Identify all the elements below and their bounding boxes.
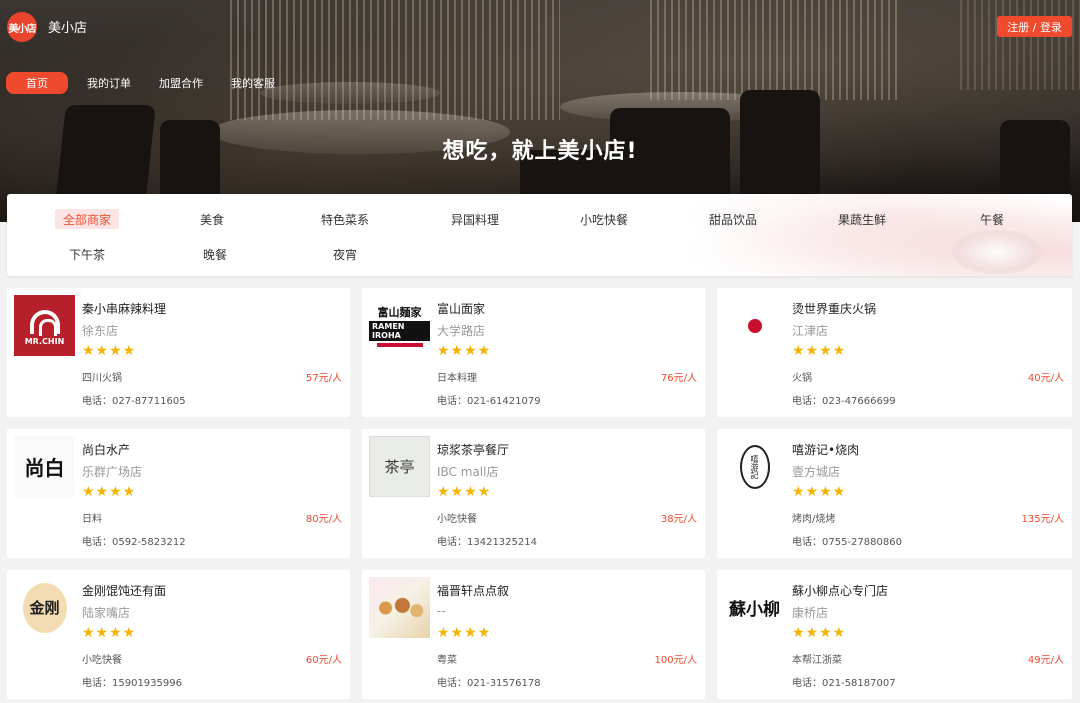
store-branch: 壹方城店 [792,465,841,479]
store-logo: 富山麺家 RAMEN IROHA [369,295,430,356]
store-logo: 嘻游記 [724,436,785,497]
store-phone: 电话：0592-5823212 [82,537,186,548]
brand-name: 美小店 [48,21,88,36]
store-price: 38元/人 [660,514,697,525]
store-branch: 江津店 [792,324,829,338]
nav-franchise[interactable]: 加盟合作 [152,72,210,94]
rating-stars: ★★★★ [792,625,847,641]
store-logo: MR.CHIN [14,295,75,356]
category-tea[interactable]: 下午茶 [61,244,113,264]
decor-slats [960,0,1080,90]
register-login-button[interactable]: 注册 / 登录 [997,16,1072,37]
store-branch: IBC mall店 [437,465,499,479]
store-category: 粤菜 [437,655,457,666]
rating-stars: ★★★★ [792,343,847,359]
rating-stars: ★★★★ [792,484,847,500]
nav-service[interactable]: 我的客服 [224,72,282,94]
store-logo: 蘇小柳 [724,577,785,638]
nav-home[interactable]: 首页 [6,72,68,94]
store-name[interactable]: 秦小串麻辣料理 [82,300,166,317]
store-category: 烤肉/烧烤 [792,514,836,525]
category-night[interactable]: 夜宵 [320,244,370,264]
store-card[interactable]: 嘻游記 嘻游记•烧肉 壹方城店 ★★★★ 烤肉/烧烤 135元/人 电话：075… [717,429,1072,558]
store-branch: 徐东店 [82,324,119,338]
category-lunch[interactable]: 午餐 [967,209,1017,229]
store-phone: 电话：021-58187007 [792,678,896,689]
store-category: 四川火锅 [82,373,122,384]
store-price: 100元/人 [654,655,697,666]
store-category: 小吃快餐 [82,655,122,666]
store-name[interactable]: 金刚馄饨还有面 [82,582,166,599]
store-price: 76元/人 [660,373,697,384]
rating-stars: ★★★★ [82,625,137,641]
store-price: 135元/人 [1021,514,1064,525]
store-name[interactable]: 琼浆茶亭餐厅 [437,441,509,458]
nav-orders[interactable]: 我的订单 [80,72,138,94]
store-card[interactable]: 富山麺家 RAMEN IROHA 富山面家 大学路店 ★★★★ 日本料理 76元… [362,288,705,417]
store-card[interactable]: 茶亭 琼浆茶亭餐厅 IBC mall店 ★★★★ 小吃快餐 38元/人 电话：1… [362,429,705,558]
store-card[interactable]: 烫世界重庆火锅 江津店 ★★★★ 火锅 40元/人 电话：023-4766669… [717,288,1072,417]
store-branch: 陆家嘴店 [82,606,131,620]
store-phone: 电话：023-47666699 [792,396,896,407]
store-card[interactable]: 金刚 金刚馄饨还有面 陆家嘴店 ★★★★ 小吃快餐 60元/人 电话：15901… [7,570,350,699]
store-price: 57元/人 [305,373,342,384]
rating-stars: ★★★★ [437,484,492,500]
store-price: 49元/人 [1027,655,1064,666]
store-price: 40元/人 [1027,373,1064,384]
store-name[interactable]: 福晋轩点点叙 [437,582,509,599]
store-phone: 电话：027-87711605 [82,396,186,407]
store-phone: 电话：13421325214 [437,537,537,548]
category-food[interactable]: 美食 [187,209,237,229]
store-category: 日本料理 [437,373,477,384]
rating-stars: ★★★★ [437,343,492,359]
decor-table [260,82,440,104]
store-price: 80元/人 [305,514,342,525]
store-phone: 电话：15901935996 [82,678,182,689]
logo[interactable]: 美小店 [7,12,37,42]
store-price: 60元/人 [305,655,342,666]
store-name[interactable]: 尚白水产 [82,441,130,458]
store-name[interactable]: 蘇小柳点心专门店 [792,582,888,599]
store-phone: 电话：021-31576178 [437,678,541,689]
store-category: 小吃快餐 [437,514,477,525]
store-category: 本帮江浙菜 [792,655,842,666]
rating-stars: ★★★★ [82,484,137,500]
category-dinner[interactable]: 晚餐 [190,244,240,264]
store-branch: 大学路店 [437,324,486,338]
category-all[interactable]: 全部商家 [55,209,119,229]
store-photo [369,577,430,638]
store-logo [724,295,785,356]
store-logo: 尚白 [14,436,75,497]
rating-stars: ★★★★ [437,625,492,641]
decor-plate [952,230,1042,274]
store-branch: 康桥店 [792,606,829,620]
store-phone: 电话：021-61421079 [437,396,541,407]
store-name[interactable]: 富山面家 [437,300,485,317]
category-dessert[interactable]: 甜品饮品 [695,209,771,229]
store-branch: 乐群广场店 [82,465,143,479]
category-fruit[interactable]: 果蔬生鲜 [824,209,900,229]
store-category: 日料 [82,514,102,525]
store-card[interactable]: 福晋轩点点叙 -- ★★★★ 粤菜 100元/人 电话：021-31576178 [362,570,705,699]
category-panel: 全部商家 美食 特色菜系 异国料理 小吃快餐 甜品饮品 果蔬生鲜 午餐 下午茶 … [7,194,1072,276]
store-phone: 电话：0755-27880860 [792,537,902,548]
store-branch: -- [437,604,446,618]
category-cuisine[interactable]: 特色菜系 [307,209,383,229]
store-name[interactable]: 烫世界重庆火锅 [792,300,876,317]
decor-slats [650,0,900,100]
store-card[interactable]: 蘇小柳 蘇小柳点心专门店 康桥店 ★★★★ 本帮江浙菜 49元/人 电话：021… [717,570,1072,699]
store-logo: 金刚 [14,577,75,638]
category-foreign[interactable]: 异国料理 [437,209,513,229]
rating-stars: ★★★★ [82,343,137,359]
store-card[interactable]: 尚白 尚白水产 乐群广场店 ★★★★ 日料 80元/人 电话：0592-5823… [7,429,350,558]
store-name[interactable]: 嘻游记•烧肉 [792,441,859,458]
store-category: 火锅 [792,373,812,384]
hero-slogan: 想吃，就上美小店! [442,139,638,164]
category-snack[interactable]: 小吃快餐 [566,209,642,229]
store-card[interactable]: MR.CHIN 秦小串麻辣料理 徐东店 ★★★★ 四川火锅 57元/人 电话：0… [7,288,350,417]
hero-banner: 美小店 美小店 注册 / 登录 首页 我的订单 加盟合作 我的客服 想吃，就上美… [0,0,1080,222]
store-logo: 茶亭 [369,436,430,497]
